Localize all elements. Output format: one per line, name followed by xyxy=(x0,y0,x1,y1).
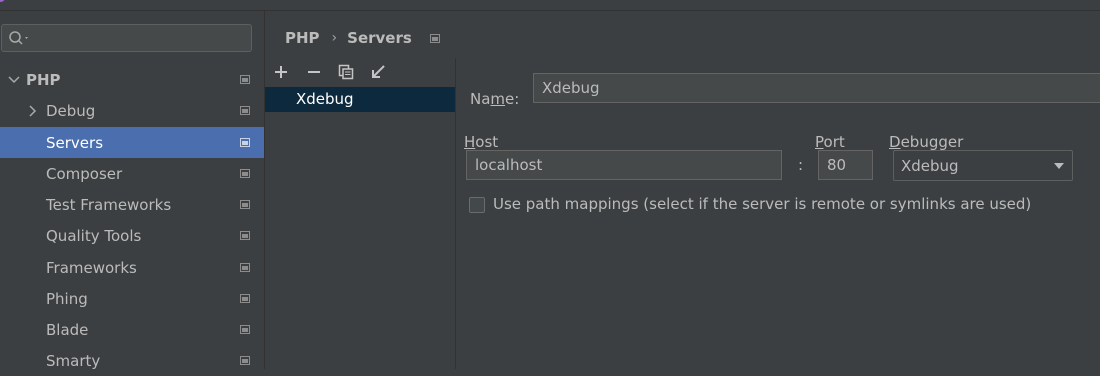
servers-list: Xdebug xyxy=(265,87,455,369)
project-settings-icon xyxy=(240,169,250,178)
project-settings-icon xyxy=(240,356,250,365)
servers-toolbar xyxy=(265,58,455,86)
settings-sidebar: PHP Debug Servers Composer Test Framewor… xyxy=(0,11,265,370)
tree-item-debug[interactable]: Debug xyxy=(0,95,264,126)
project-settings-icon xyxy=(240,294,250,303)
project-settings-icon xyxy=(240,75,250,84)
tree-item-test-frameworks[interactable]: Test Frameworks xyxy=(0,189,264,220)
breadcrumb-separator: › xyxy=(331,30,338,46)
host-field[interactable]: localhost xyxy=(466,150,782,180)
tree-item-label: Test Frameworks xyxy=(46,195,172,214)
tree-item-label: Debug xyxy=(46,101,96,120)
list-item[interactable]: Xdebug xyxy=(265,87,455,112)
project-settings-icon xyxy=(240,263,250,272)
chevron-down-icon[interactable] xyxy=(8,75,20,85)
import-icon xyxy=(372,65,385,78)
project-settings-icon xyxy=(429,33,440,43)
chevron-down-icon xyxy=(1054,163,1064,169)
project-settings-icon xyxy=(240,106,250,115)
breadcrumb: PHP › Servers xyxy=(285,29,440,47)
settings-search-input[interactable] xyxy=(1,24,252,52)
copy-server-button[interactable] xyxy=(336,62,356,82)
tree-item-composer[interactable]: Composer xyxy=(0,158,264,189)
path-mappings-checkbox[interactable] xyxy=(469,197,485,213)
path-mappings-label[interactable]: Use path mappings (select if the server … xyxy=(493,195,1031,213)
debugger-label: Debugger xyxy=(889,133,964,151)
project-settings-icon xyxy=(240,325,250,334)
tree-item-label: Quality Tools xyxy=(46,226,142,245)
name-field[interactable]: Xdebug xyxy=(533,73,1100,103)
breadcrumb-current: Servers xyxy=(347,29,412,47)
tree-item-label: Phing xyxy=(46,289,88,308)
window-title-bar xyxy=(0,0,1100,11)
settings-content: PHP › Servers Xdebug Name: Xdebug Host P… xyxy=(265,11,1100,369)
server-form: Name: Xdebug Host Port Debugger localhos… xyxy=(455,58,1100,369)
host-port-colon: : xyxy=(798,156,804,174)
search-icon xyxy=(9,31,28,45)
servers-list-pane: Xdebug xyxy=(265,58,455,369)
tree-item-phing[interactable]: Phing xyxy=(0,283,264,314)
tree-item-label: Blade xyxy=(46,320,89,339)
tree-item-frameworks[interactable]: Frameworks xyxy=(0,252,264,283)
add-server-button[interactable] xyxy=(271,62,291,82)
app-logo-icon xyxy=(0,0,6,2)
chevron-right-icon[interactable] xyxy=(28,105,38,117)
breadcrumb-parent[interactable]: PHP xyxy=(285,29,320,47)
copy-icon xyxy=(338,64,354,80)
name-label: Name: xyxy=(470,90,520,108)
add-icon xyxy=(275,66,287,78)
tree-item-servers[interactable]: Servers xyxy=(0,127,264,158)
project-settings-icon xyxy=(240,138,250,147)
tree-item-label: Composer xyxy=(46,164,123,183)
tree-item-smarty[interactable]: Smarty xyxy=(0,345,264,376)
tree-item-label: Servers xyxy=(46,133,104,152)
tree-item-blade[interactable]: Blade xyxy=(0,314,264,345)
import-server-button[interactable] xyxy=(368,62,388,82)
port-label: Port xyxy=(815,133,845,151)
project-settings-icon xyxy=(240,200,250,209)
port-field[interactable]: 80 xyxy=(818,150,873,180)
remove-server-button[interactable] xyxy=(304,62,324,82)
tree-item-label: Frameworks xyxy=(46,258,137,277)
project-settings-icon xyxy=(240,231,250,240)
debugger-select[interactable]: Xdebug xyxy=(893,150,1073,181)
tree-item-quality-tools[interactable]: Quality Tools xyxy=(0,220,264,251)
tree-item-label: Smarty xyxy=(46,351,101,370)
host-label: Host xyxy=(464,133,499,151)
remove-icon xyxy=(308,71,320,73)
tree-item-label: PHP xyxy=(26,70,61,89)
tree-item-php[interactable]: PHP xyxy=(0,64,264,95)
